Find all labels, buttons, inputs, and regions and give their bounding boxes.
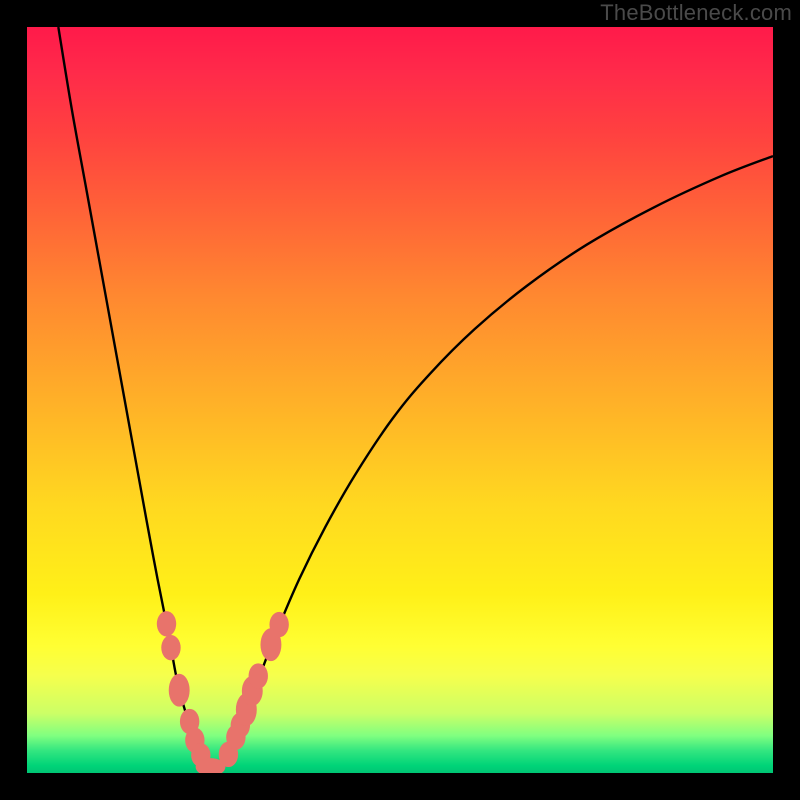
- curve-overlay: [27, 27, 773, 773]
- marker-dot: [157, 611, 176, 636]
- watermark-text: TheBottleneck.com: [600, 0, 792, 26]
- marker-dot: [269, 612, 288, 637]
- curve-right-branch: [224, 156, 773, 761]
- marker-dot: [169, 674, 190, 707]
- marker-cluster: [157, 611, 289, 773]
- marker-dot: [161, 635, 180, 660]
- marker-dot: [249, 663, 268, 688]
- curve-left-branch: [58, 27, 205, 761]
